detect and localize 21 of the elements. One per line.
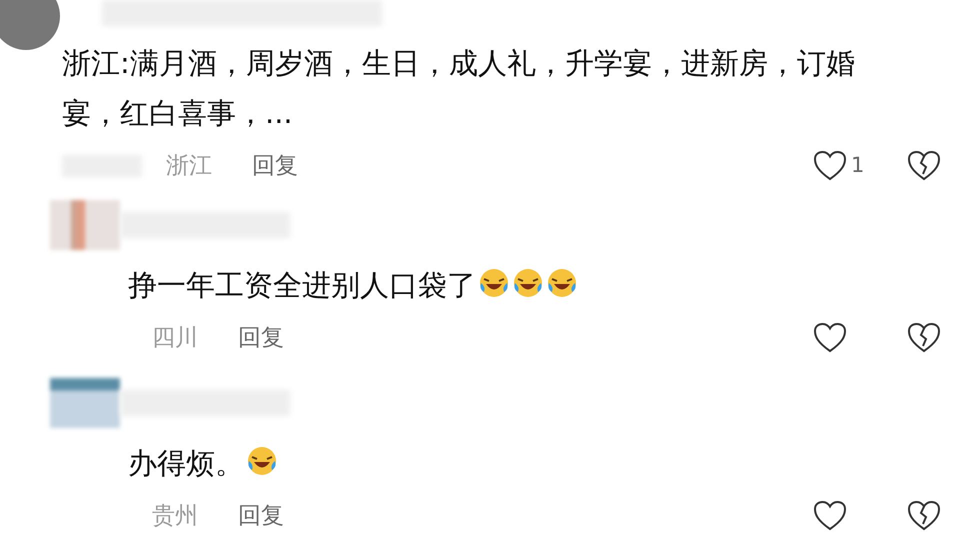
comment-text: 挣一年工资全进别人口袋了 (128, 268, 476, 302)
heart-icon[interactable] (813, 500, 847, 532)
location-label: 四川 (152, 324, 198, 353)
heart-icon[interactable] (813, 150, 847, 182)
like-count: 1 (850, 152, 866, 180)
location-label: 浙江 (166, 152, 212, 181)
reply-link[interactable]: 回复 (238, 320, 284, 356)
broken-heart-icon[interactable] (907, 150, 941, 182)
avatar[interactable] (50, 378, 120, 428)
reply-link[interactable]: 回复 (252, 148, 298, 184)
broken-heart-icon[interactable] (907, 322, 941, 354)
laughing-crying-emoji-icon (478, 267, 510, 299)
laughing-crying-emoji-icon (246, 445, 278, 477)
laughing-crying-emoji-icon (512, 267, 544, 299)
broken-heart-icon[interactable] (907, 500, 941, 532)
laughing-crying-emoji-icon (546, 267, 578, 299)
reply-link[interactable]: 回复 (238, 498, 284, 534)
heart-icon[interactable] (813, 322, 847, 354)
location-label: 贵州 (152, 502, 198, 531)
comment-text: 办得烦。 (128, 446, 244, 480)
comment-text: 浙江:满月酒，周岁酒，生日，成人礼，升学宴，进新房，订婚宴，红白喜事，... (62, 46, 855, 130)
